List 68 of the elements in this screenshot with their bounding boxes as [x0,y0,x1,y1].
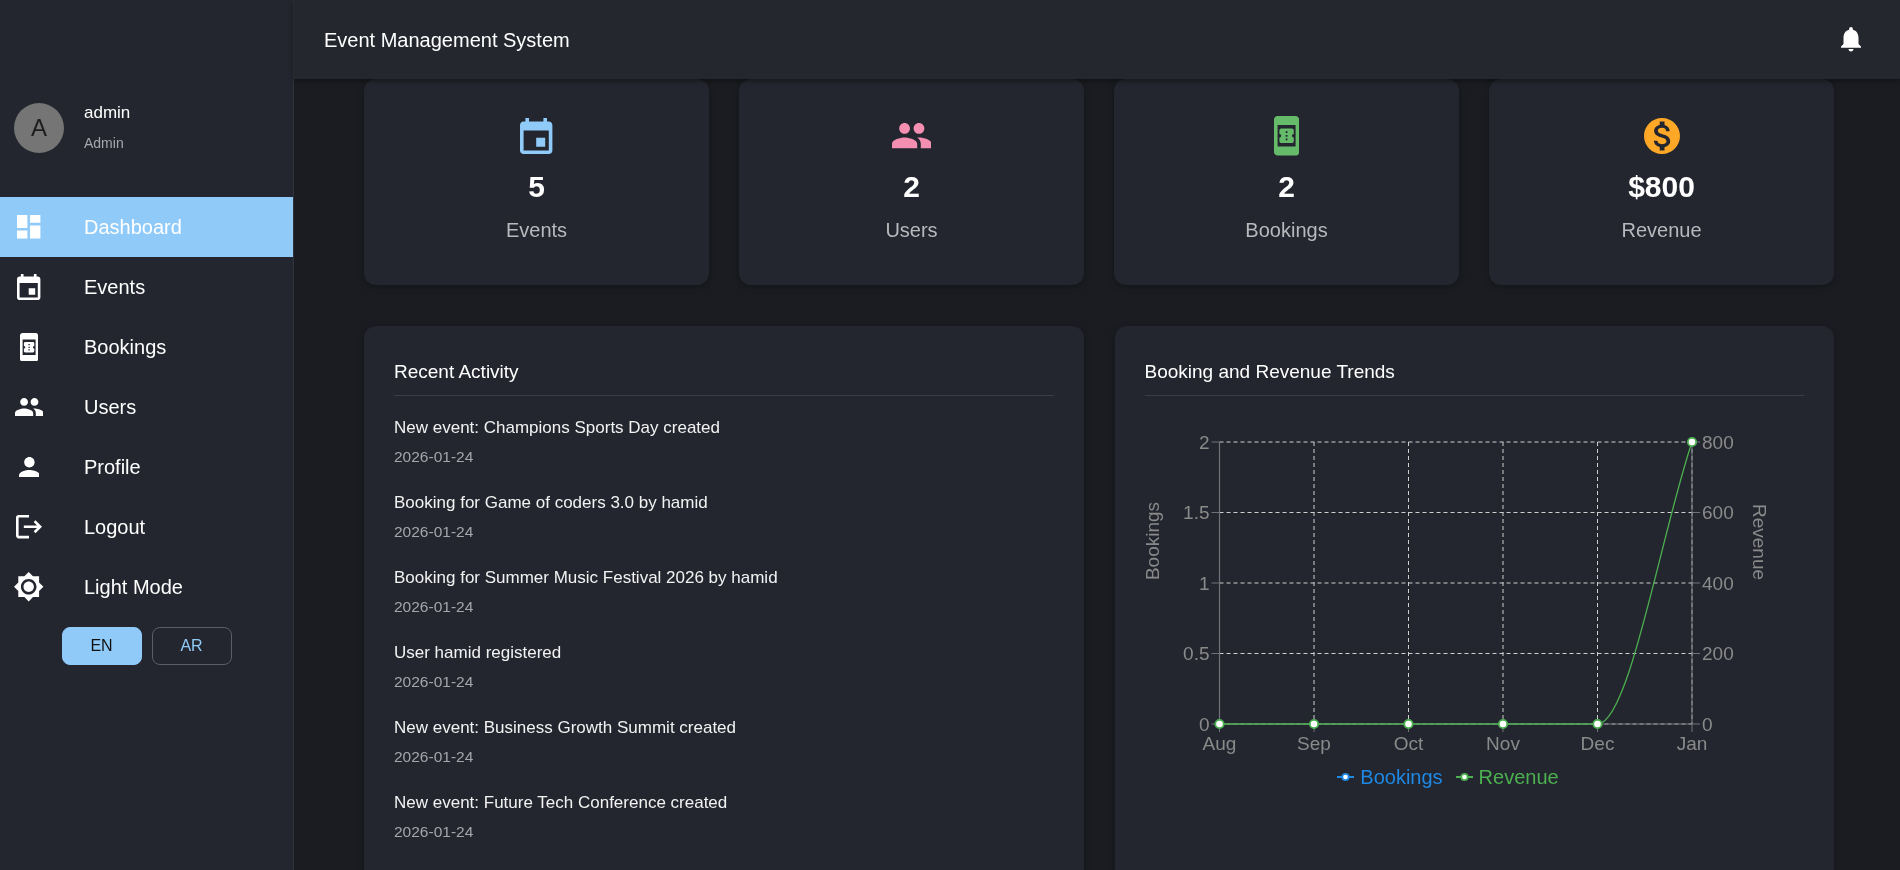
dashboard-icon [17,215,41,239]
axis-tick-label: 0 [1701,713,1713,735]
bell-icon [1841,27,1861,52]
axis-tick-label: Dec [1580,732,1614,754]
legend-item[interactable]: Revenue [1455,764,1559,790]
language-button[interactable]: EN [61,627,142,665]
stat-value: 2 [1278,169,1295,205]
axis-tick-label: 0 [1198,713,1209,735]
data-point [1213,718,1225,730]
sidebar-item[interactable]: Light Mode [0,557,293,617]
axis-tick-label: 2 [1198,431,1209,453]
activity-text: User hamid registered [394,642,562,664]
data-point [1497,718,1508,730]
axis-tick-label: Sep [1296,732,1331,754]
activity-date: 2026-01-24 [394,447,474,467]
axis-tick-label: Aug [1202,732,1236,754]
person-icon [18,456,40,478]
language-button[interactable]: AR [151,627,232,665]
activity-text: Booking for Summer Music Festival 2026 by hamid [394,567,778,589]
activity-date: 2026-01-24 [394,747,474,767]
axis-tick-label: 400 [1701,572,1734,594]
activity-date: 2026-01-24 [394,822,474,842]
axis-tick-label: 800 [1701,431,1734,453]
axis-tick-label: 1 [1198,572,1209,594]
axis-title: Revenue [1748,503,1769,581]
axis-tick-label: 600 [1701,502,1734,523]
phone-icon [19,332,39,362]
sidebar-item[interactable]: Events [0,257,293,317]
legend-item[interactable]: Bookings [1337,764,1443,790]
stat-label: Events [505,218,568,243]
activity-text: New event: Future Tech Conference created [394,792,728,814]
stat-label: Revenue [1621,218,1702,243]
axis-tick-label: Oct [1393,732,1423,754]
activity-date: 2026-01-24 [394,672,474,692]
calendar-icon [17,274,41,300]
axis-tick-label: 0.5 [1182,643,1209,664]
activity-date: 2026-01-24 [394,597,474,617]
data-point [1308,718,1319,730]
stat-label: Users [885,218,938,243]
avatar: A [14,103,64,153]
app-title: Event Management System [324,27,570,53]
sun-icon [14,572,44,602]
axis-tick-label: 200 [1701,643,1734,664]
stat-value: $800 [1628,169,1695,205]
people-icon [14,397,44,417]
axis-title: Bookings [1141,501,1162,581]
sidebar-item[interactable]: Users [0,377,293,437]
stat-value: 2 [903,169,920,205]
activity-text: New event: Business Growth Summit created [394,717,737,739]
data-point [1686,436,1697,448]
logout-icon [16,515,42,539]
user-role: Admin [84,134,124,152]
panel-title: Booking and Revenue Trends [1144,359,1804,396]
data-point [1402,718,1414,730]
data-point [1591,718,1603,730]
axis-tick-label: Nov [1485,732,1520,754]
sidebar-item[interactable]: Logout [0,497,293,557]
axis-tick-label: 1.5 [1182,502,1209,523]
stat-value: 5 [528,169,545,205]
stat-label: Bookings [1245,218,1328,243]
sidebar-item[interactable]: Bookings [0,317,293,377]
axis-tick-label: Jan [1676,732,1707,754]
activity-text: Booking for Game of coders 3.0 by hamid [394,492,708,514]
activity-date: 2026-01-24 [394,522,474,542]
user-name: admin [84,102,131,124]
panel-title: Recent Activity [394,359,1054,396]
activity-text: New event: Champions Sports Day created [394,417,720,439]
sidebar-item[interactable]: Profile [0,437,293,497]
